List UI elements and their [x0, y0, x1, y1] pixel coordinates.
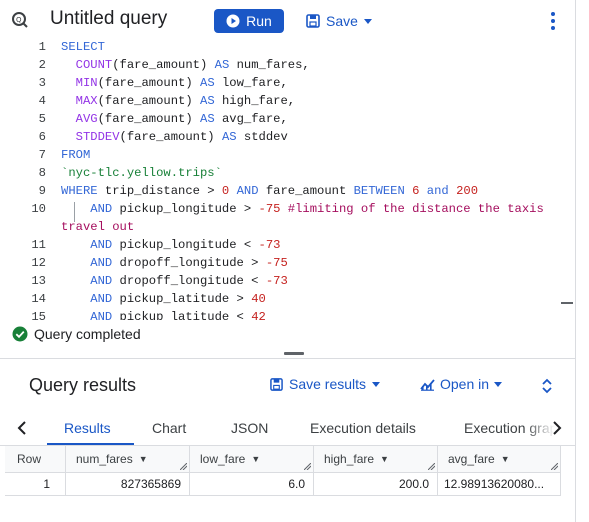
sort-icon[interactable]: ▼: [251, 454, 260, 464]
sort-icon[interactable]: ▼: [139, 454, 148, 464]
check-circle-icon: [12, 326, 28, 342]
line-number: 7: [38, 148, 46, 162]
code-line: AVG(fare_amount) AS avg_fare,: [75, 112, 288, 126]
resize-icon[interactable]: [304, 463, 311, 470]
open-in-button[interactable]: Open in: [420, 376, 503, 392]
expand-collapse-icon[interactable]: [540, 376, 554, 396]
results-title: Query results: [29, 375, 137, 395]
line-number: 11: [31, 238, 46, 252]
run-label: Run: [246, 13, 272, 29]
tab-execution-details[interactable]: Execution details: [310, 420, 416, 436]
status-text: Query completed: [34, 326, 141, 342]
resize-icon[interactable]: [180, 463, 187, 470]
line-number: 4: [38, 94, 46, 108]
cell-num-fares[interactable]: 827365869: [66, 473, 190, 495]
line-number: 13: [31, 274, 46, 288]
code-line: WHERE trip_distance > 0 AND fare_amount …: [61, 184, 479, 198]
column-header-low-fare[interactable]: low_fare ▼: [190, 446, 314, 472]
line-number: 2: [38, 58, 46, 72]
column-header-num-fares[interactable]: num_fares ▼: [66, 446, 190, 472]
sort-icon[interactable]: ▼: [501, 454, 510, 464]
column-header-avg-fare[interactable]: avg_fare ▼: [438, 446, 561, 472]
code-line: AND dropoff_longitude < -73: [90, 274, 288, 288]
code-line: STDDEV(fare_amount) AS stddev: [75, 130, 288, 144]
resize-icon[interactable]: [428, 463, 435, 470]
line-number: 12: [31, 256, 46, 270]
code-line: `nyc-tlc.yellow.trips`: [61, 166, 222, 180]
save-icon: [306, 14, 320, 28]
column-header-high-fare[interactable]: high_fare ▼: [314, 446, 438, 472]
line-number: 15: [31, 310, 46, 320]
tab-chart[interactable]: Chart: [152, 420, 186, 436]
line-number: 5: [38, 112, 46, 126]
code-line: travel out: [61, 220, 135, 234]
cell-low-fare[interactable]: 6.0: [190, 473, 314, 495]
table-row: 1 827365869 6.0 200.0 12.98913620080...: [5, 473, 561, 496]
code-line: MIN(fare_amount) AS low_fare,: [75, 76, 288, 90]
panel-border: [575, 0, 576, 522]
save-results-button[interactable]: Save results: [270, 376, 381, 392]
line-number: 8: [38, 166, 46, 180]
code-line: AND dropoff_longitude > -75: [90, 256, 288, 270]
code-line: SELECT: [61, 40, 105, 54]
cell-high-fare[interactable]: 200.0: [314, 473, 438, 495]
query-status: Query completed: [0, 322, 575, 346]
save-label: Save: [326, 13, 358, 29]
save-icon: [270, 377, 283, 391]
line-number: 3: [38, 76, 46, 90]
run-button[interactable]: Run: [214, 9, 284, 33]
sort-icon[interactable]: ▼: [380, 454, 389, 464]
line-number: 6: [38, 130, 46, 144]
code-line: AND pickup_latitude < 42: [90, 310, 266, 320]
editor-scrollbar[interactable]: [561, 302, 573, 304]
sql-editor[interactable]: 1 2 3 4 5 6 7 8 9 10 11 12 13 14 15 SELE…: [0, 40, 575, 320]
results-tabs: Results Chart JSON Execution details Exe…: [0, 410, 575, 446]
line-number: 14: [31, 292, 46, 306]
save-button[interactable]: Save: [306, 9, 372, 33]
code-line: COUNT(fare_amount) AS num_fares,: [75, 58, 310, 72]
code-line: AND pickup_longitude > -75 #limiting of …: [90, 202, 544, 216]
query-icon: Q: [12, 12, 28, 28]
table-header-row: Row num_fares ▼ low_fare ▼ high_fare ▼ a…: [5, 446, 561, 473]
chevron-right-icon[interactable]: [547, 419, 565, 437]
code-line: AND pickup_longitude < -73: [90, 238, 281, 252]
chevron-down-icon: [363, 18, 372, 24]
column-header-row: Row: [5, 446, 66, 472]
resize-handle[interactable]: [284, 352, 304, 355]
more-options-icon[interactable]: [545, 10, 561, 32]
code-line: FROM: [61, 148, 91, 162]
code-line: MAX(fare_amount) AS high_fare,: [75, 94, 296, 108]
tab-json[interactable]: JSON: [231, 420, 268, 436]
line-number: 10: [31, 202, 46, 216]
query-header: Q Untitled query Run Save: [0, 0, 575, 40]
resize-icon[interactable]: [551, 463, 558, 470]
cell-avg-fare[interactable]: 12.98913620080...: [438, 473, 561, 495]
line-number: 1: [38, 40, 46, 54]
chevron-left-icon[interactable]: [14, 419, 32, 437]
open-in-label: Open in: [440, 376, 490, 392]
line-number: 9: [38, 184, 46, 198]
play-icon: [226, 14, 240, 28]
divider: [0, 358, 575, 359]
svg-text:Q: Q: [16, 16, 22, 24]
chevron-down-icon: [494, 381, 503, 387]
query-title[interactable]: Untitled query: [50, 8, 167, 30]
cell-row: 1: [5, 473, 66, 495]
code-line: AND pickup_latitude > 40: [90, 292, 266, 306]
chart-explore-icon: [420, 378, 435, 391]
tab-results[interactable]: Results: [64, 420, 111, 436]
chevron-down-icon: [372, 381, 381, 387]
save-results-label: Save results: [289, 376, 367, 392]
